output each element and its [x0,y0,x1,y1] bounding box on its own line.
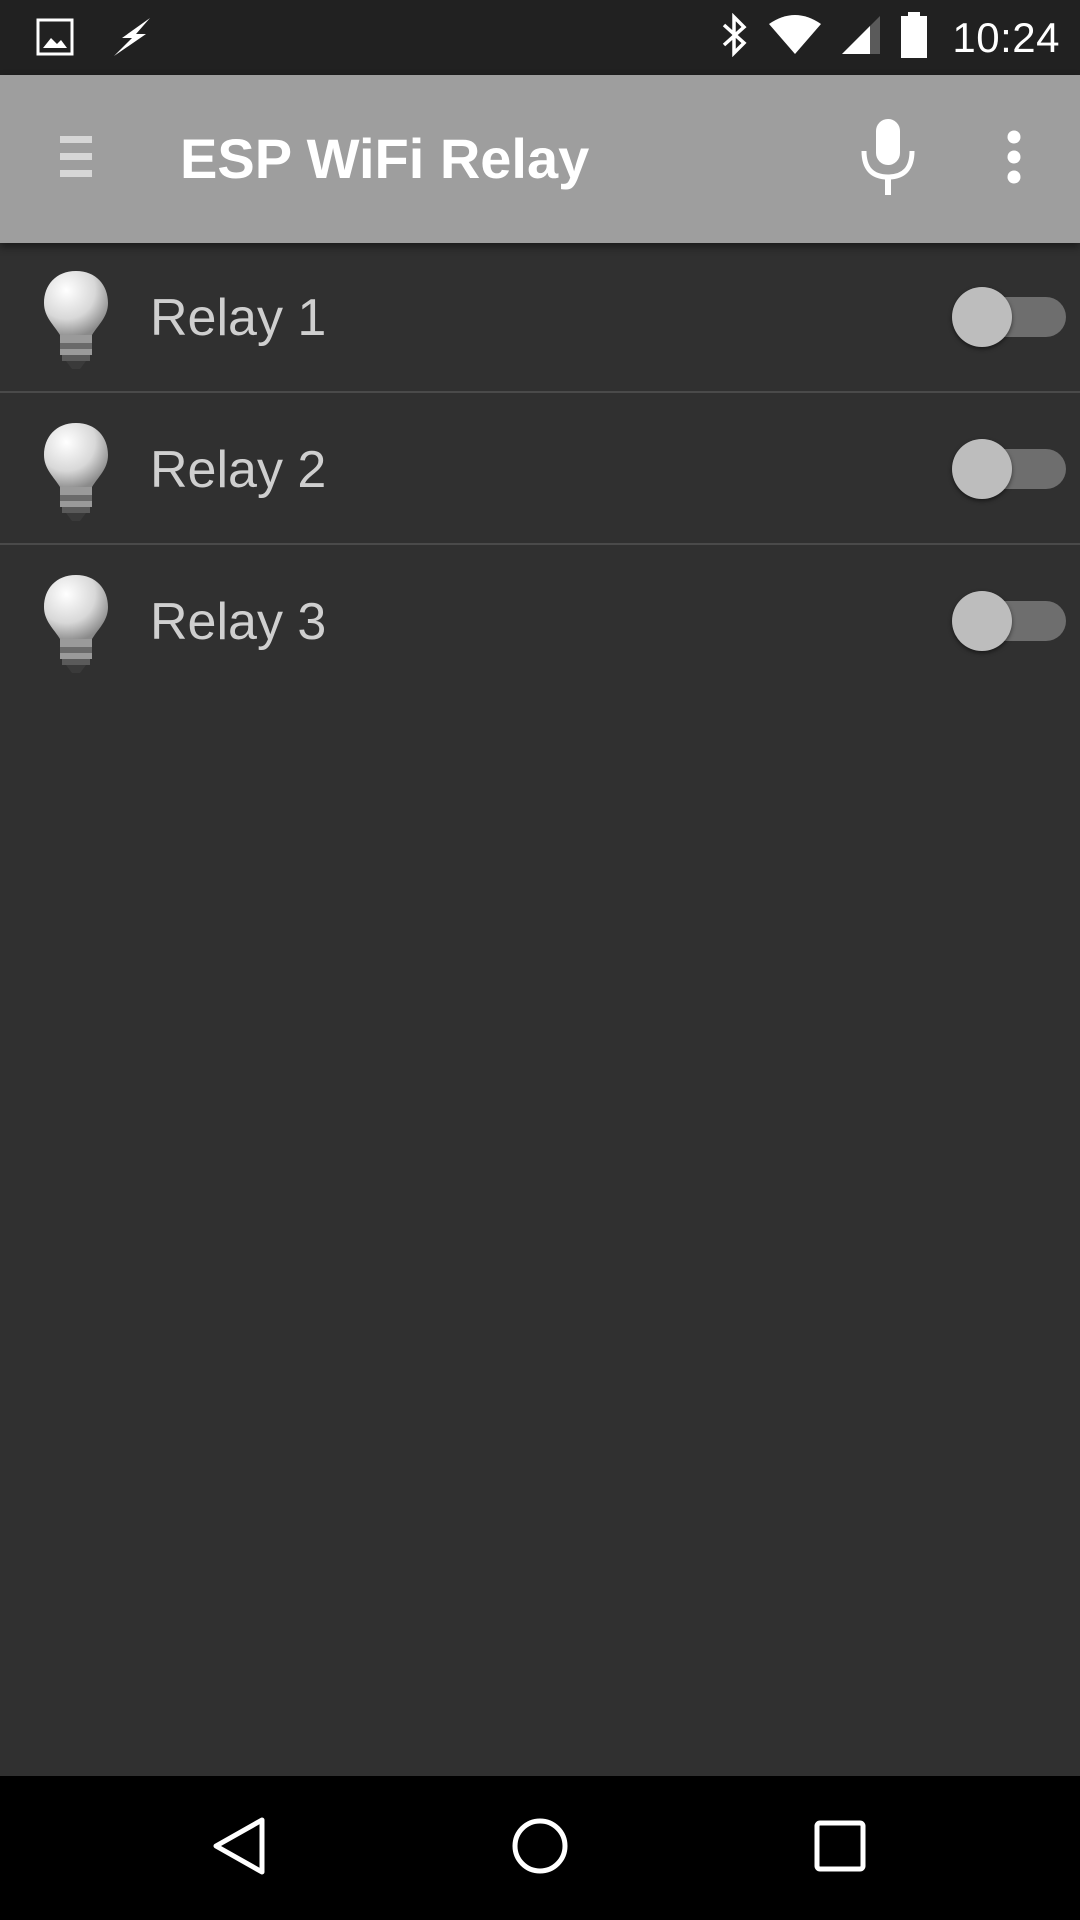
status-bar: 10:24 [0,0,1080,75]
switch-thumb[interactable] [952,439,1012,499]
recents-icon [812,1818,868,1879]
status-clock: 10:24 [952,13,1060,61]
relay-toggle-switch[interactable] [952,287,1066,347]
relay-label: Relay 1 [150,289,327,347]
microphone-icon [858,117,918,202]
battery-icon [900,12,928,63]
divider [0,391,1080,393]
switch-thumb[interactable] [952,287,1012,347]
relay-toggle-switch[interactable] [952,439,1066,499]
relay-row[interactable]: Relay 2 [0,395,1080,545]
bluetooth-icon [720,12,750,62]
cell-signal-icon [840,14,882,61]
app-bar: ESP WiFi Relay [0,75,1080,243]
relay-label: Relay 3 [150,593,327,651]
recents-button[interactable] [798,1806,882,1890]
home-button[interactable] [498,1806,582,1890]
back-button[interactable] [198,1806,282,1890]
overflow-menu-button[interactable] [990,119,1038,199]
wifi-icon [768,14,822,61]
menu-icon [58,134,94,185]
notification-icons [36,16,156,63]
overflow-menu-icon [1006,130,1022,189]
relay-row[interactable]: Relay 1 [0,243,1080,393]
navigation-bar [0,1776,1080,1920]
light-bulb-icon [40,573,112,677]
app-title: ESP WiFi Relay [180,127,590,190]
back-icon [210,1816,270,1881]
switch-thumb[interactable] [952,591,1012,651]
relay-label: Relay 2 [150,441,327,499]
home-icon [510,1816,570,1881]
relay-list: Relay 1 Relay 2 Relay 3 [0,243,1080,1776]
light-bulb-icon [40,421,112,525]
light-bulb-icon [40,269,112,373]
relay-toggle-switch[interactable] [952,591,1066,651]
flash-notification-icon [110,16,156,63]
voice-button[interactable] [852,117,924,202]
relay-row[interactable]: Relay 3 [0,547,1080,697]
gallery-notification-icon [36,18,74,61]
divider [0,543,1080,545]
system-status-icons: 10:24 [720,0,1060,75]
menu-button[interactable] [48,127,104,191]
